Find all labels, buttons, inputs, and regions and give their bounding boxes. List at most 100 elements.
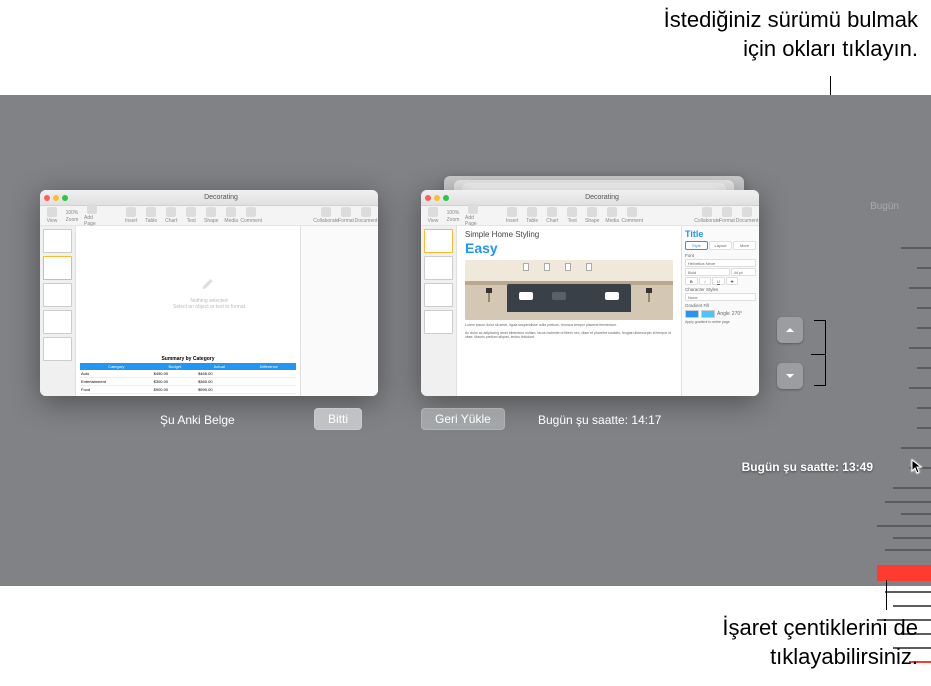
- timeline-tick[interactable]: [909, 287, 931, 289]
- font-size-field[interactable]: 44 pt: [731, 268, 756, 276]
- color-swatch[interactable]: [685, 310, 699, 318]
- toolbar-table[interactable]: Table: [143, 207, 159, 224]
- toolbar-comment[interactable]: Comment: [624, 207, 640, 224]
- timeline-tick[interactable]: [877, 525, 931, 527]
- toolbar-collab[interactable]: Collaborate: [318, 207, 334, 224]
- seg-style[interactable]: Style: [685, 241, 708, 250]
- seg-more[interactable]: More: [733, 241, 756, 250]
- inspector-title[interactable]: Title: [685, 229, 756, 239]
- toolbar-document[interactable]: Document: [739, 207, 755, 224]
- page-thumb[interactable]: [43, 337, 72, 361]
- traffic-lights[interactable]: [44, 195, 68, 201]
- font-weight-select[interactable]: Bold: [685, 268, 730, 276]
- toolbar-addpage[interactable]: Add Page: [84, 204, 100, 227]
- timeline-tick[interactable]: [917, 407, 931, 409]
- toolbar-shape[interactable]: Shape: [584, 207, 600, 224]
- toolbar-insert[interactable]: Insert: [504, 207, 520, 224]
- page-thumbnails[interactable]: [40, 226, 76, 396]
- previous-version-button[interactable]: [777, 317, 803, 343]
- page-thumb[interactable]: [43, 310, 72, 334]
- callout-ticks: İşaret çentiklerini de tıklayabilirsiniz…: [722, 614, 918, 671]
- minimize-icon[interactable]: [434, 195, 440, 201]
- timeline-tick[interactable]: [909, 347, 931, 349]
- toolbar-zoom[interactable]: 100%Zoom: [445, 209, 461, 223]
- document-canvas[interactable]: Summary by Category Category Budget Actu…: [76, 226, 300, 396]
- timeline-selected-tick[interactable]: [877, 565, 931, 581]
- version-timeline[interactable]: Bugün: [871, 201, 931, 671]
- timeline-tick[interactable]: [885, 501, 931, 503]
- done-button[interactable]: Bitti: [314, 408, 362, 430]
- today-label: Bugün: [870, 201, 899, 212]
- timeline-tick[interactable]: [917, 427, 931, 429]
- callout-line: tıklayabilirsiniz.: [722, 643, 918, 672]
- close-icon[interactable]: [425, 195, 431, 201]
- timeline-tick[interactable]: [917, 367, 931, 369]
- timeline-tick[interactable]: [893, 537, 931, 539]
- toolbar-format[interactable]: Format: [719, 207, 735, 224]
- document-canvas[interactable]: Simple Home Styling Easy Lorem ipsum dol…: [457, 226, 681, 396]
- seg-layout[interactable]: Layout: [709, 241, 732, 250]
- page-thumb[interactable]: [424, 283, 453, 307]
- inspector-panel[interactable]: Title Style Layout More Font Helvetica N…: [681, 226, 759, 396]
- toolbar-document[interactable]: Document: [358, 207, 374, 224]
- timeline-tick[interactable]: [901, 513, 931, 515]
- toolbar-media[interactable]: Media: [604, 207, 620, 224]
- bedroom-photo: [465, 260, 673, 320]
- table-title: Summary by Category: [80, 356, 296, 362]
- toolbar-addpage[interactable]: Add Page: [465, 204, 481, 227]
- timeline-tick[interactable]: [917, 327, 931, 329]
- page-thumb[interactable]: [424, 256, 453, 280]
- angle-label: Angle: [717, 311, 730, 317]
- toolbar-shape[interactable]: Shape: [203, 207, 219, 224]
- table-header: Difference: [242, 363, 296, 370]
- page-thumb[interactable]: [43, 229, 72, 253]
- next-version-button[interactable]: [777, 363, 803, 389]
- toolbar-zoom[interactable]: 100%Zoom: [64, 209, 80, 223]
- strike-button[interactable]: S: [726, 277, 739, 285]
- italic-button[interactable]: I: [699, 277, 712, 285]
- page-thumb-selected[interactable]: [424, 229, 453, 253]
- color-swatch[interactable]: [701, 310, 715, 318]
- toolbar-view[interactable]: View: [44, 207, 60, 224]
- page-thumbnails[interactable]: [421, 226, 457, 396]
- body-text: Ac dolor ac adipiscing amet bibendum nul…: [465, 331, 673, 340]
- underline-button[interactable]: U: [712, 277, 725, 285]
- char-styles-select[interactable]: None: [685, 293, 756, 301]
- timeline-tick[interactable]: [901, 447, 931, 449]
- inspector-segments[interactable]: Style Layout More: [685, 241, 756, 250]
- timeline-tick[interactable]: [917, 267, 931, 269]
- close-icon[interactable]: [44, 195, 50, 201]
- toolbar-table[interactable]: Table: [524, 207, 540, 224]
- timeline-tick[interactable]: [901, 247, 931, 249]
- toolbar-text[interactable]: Text: [564, 207, 580, 224]
- timeline-tick[interactable]: [909, 387, 931, 389]
- chevron-down-icon: [784, 370, 796, 382]
- timeline-selected-label: Bugün şu saatte: 13:49: [742, 459, 873, 475]
- version-timestamp-label: Bugün şu saatte: 14:17: [538, 413, 661, 427]
- toolbar-text[interactable]: Text: [183, 207, 199, 224]
- timeline-tick[interactable]: [893, 605, 931, 607]
- traffic-lights[interactable]: [425, 195, 449, 201]
- angle-value[interactable]: 270°: [732, 311, 742, 317]
- toolbar-insert[interactable]: Insert: [123, 207, 139, 224]
- bold-button[interactable]: B: [685, 277, 698, 285]
- table: Category Budget Actual Difference Auto$4…: [80, 363, 296, 394]
- toolbar-format[interactable]: Format: [338, 207, 354, 224]
- timeline-tick[interactable]: [917, 307, 931, 309]
- restore-button[interactable]: Geri Yükle: [421, 408, 505, 430]
- toolbar-media[interactable]: Media: [223, 207, 239, 224]
- toolbar-collab[interactable]: Collaborate: [699, 207, 715, 224]
- timeline-tick[interactable]: [885, 591, 931, 593]
- minimize-icon[interactable]: [53, 195, 59, 201]
- toolbar-chart[interactable]: Chart: [163, 207, 179, 224]
- timeline-tick[interactable]: [885, 549, 931, 551]
- timeline-tick[interactable]: [893, 487, 931, 489]
- page-thumb[interactable]: [43, 283, 72, 307]
- toolbar-comment[interactable]: Comment: [243, 207, 259, 224]
- toolbar-view[interactable]: View: [425, 207, 441, 224]
- page-thumb-selected[interactable]: [43, 256, 72, 280]
- table-header: Actual: [197, 363, 241, 370]
- toolbar-chart[interactable]: Chart: [544, 207, 560, 224]
- page-thumb[interactable]: [424, 310, 453, 334]
- font-family-select[interactable]: Helvetica Neue: [685, 259, 756, 267]
